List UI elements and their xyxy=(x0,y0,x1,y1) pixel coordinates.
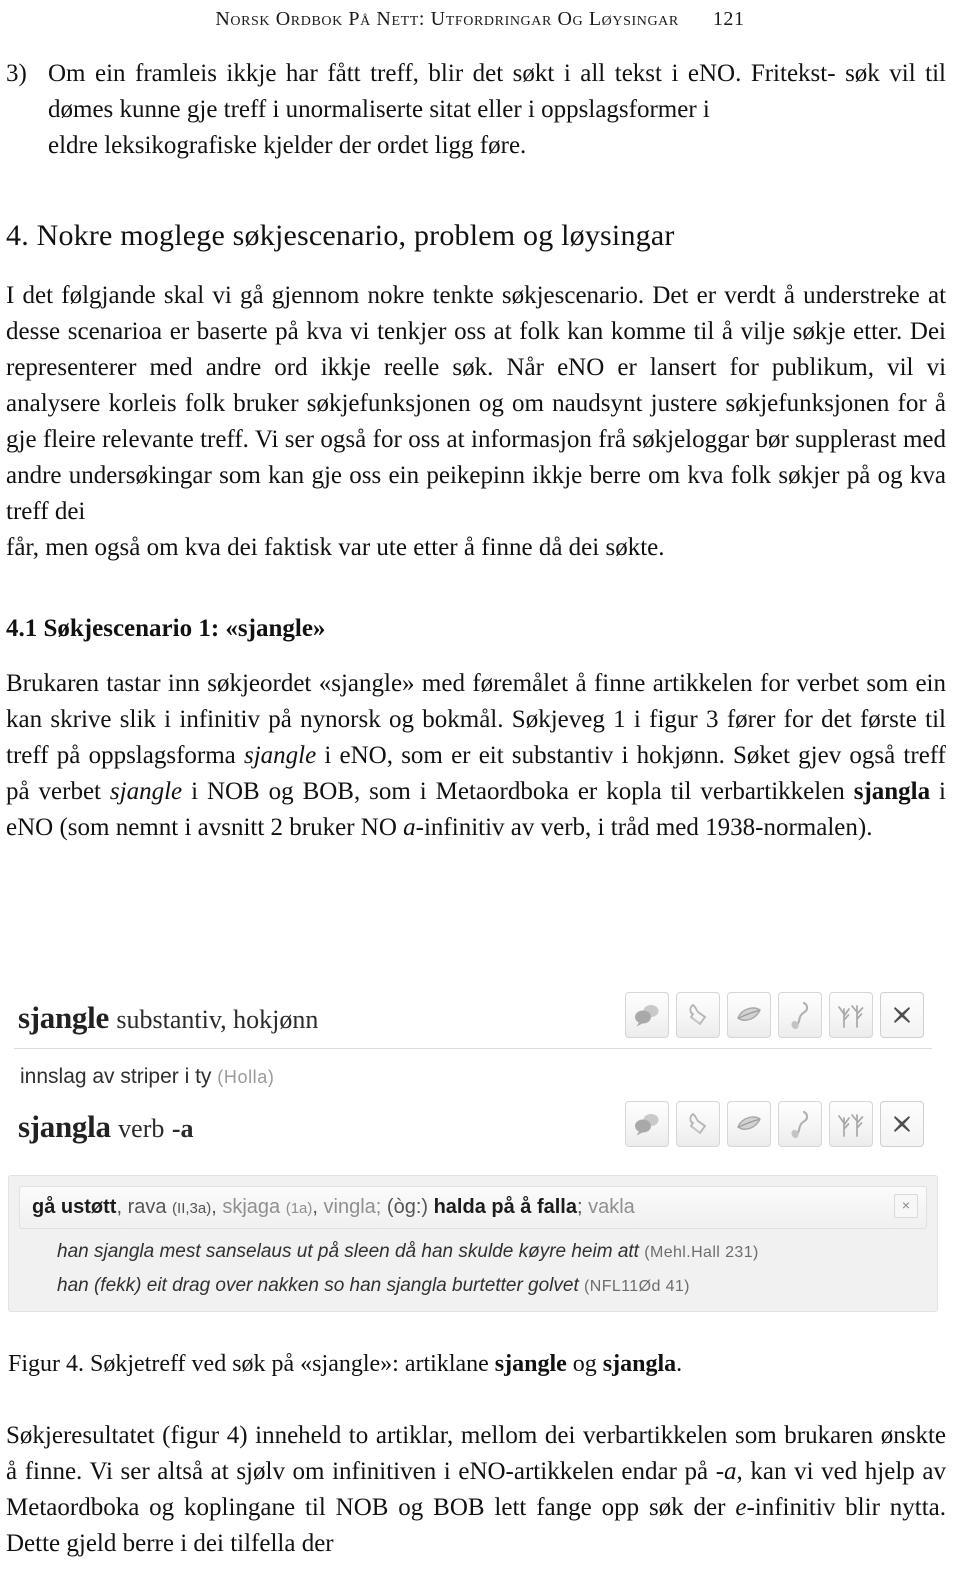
subsection-paragraph-emphasis-1: sjangle xyxy=(243,742,317,769)
definition-part-9: vingla; xyxy=(323,1196,387,1218)
entry-inflection: -a xyxy=(171,1114,194,1143)
definition-part-6: skjaga xyxy=(222,1196,286,1218)
section-heading: 4. Nokre moglege søkjescenario, problem … xyxy=(6,219,675,252)
list-item-line-1: Om ein framleis ikkje har fått treff, bl… xyxy=(48,60,836,87)
citation-reference: (NFL11Ød 41) xyxy=(584,1278,690,1295)
dictionary-screenshot: sjangle substantiv, hokjønn innslag av s… xyxy=(8,986,938,1312)
sense-line: innslag av striper i ty (Holla) xyxy=(8,1049,938,1095)
definition-part-5: , xyxy=(211,1196,223,1218)
definition-part-2: , xyxy=(116,1196,128,1218)
definition-part-8: , xyxy=(312,1196,324,1218)
speech-bubbles-icon[interactable] xyxy=(625,1101,669,1147)
definition-panel: gå ustøtt, rava (II,3a), skjaga (1a), vi… xyxy=(8,1175,938,1312)
dictionary-entry-sjangle: sjangle substantiv, hokjønn xyxy=(8,986,938,1048)
figure-caption-segment-3: . xyxy=(676,1351,683,1377)
definition-part-12: ; xyxy=(576,1196,589,1218)
figure-caption-segment-1: Figur 4. Søkjetreff ved søk på «sjangle»… xyxy=(8,1351,495,1377)
figure-caption-strong-1: sjangle xyxy=(494,1351,567,1377)
subsection-paragraph-segment-3: i NOB og BOB, som i Metaordboka er kopla… xyxy=(182,778,854,805)
subsection-paragraph-strong-1: sjangla xyxy=(853,778,931,805)
entry-lemma: sjangle xyxy=(18,1000,109,1035)
definition-part-7: (1a) xyxy=(285,1200,313,1217)
section-paragraph-line-1: I det følgjande skal vi gå gjennom nokre… xyxy=(6,282,795,309)
branches-icon[interactable] xyxy=(829,1101,873,1147)
spoon-icon[interactable] xyxy=(778,1101,822,1147)
figure-caption-segment-2: og xyxy=(566,1351,603,1377)
sense-source: (Holla) xyxy=(217,1067,275,1087)
citation-quote: han sjangla mest sanselaus ut på sleen d… xyxy=(57,1241,927,1263)
leaf-icon[interactable] xyxy=(727,992,771,1038)
stamp-icon[interactable] xyxy=(676,1101,720,1147)
section-paragraph: I det følgjande skal vi gå gjennom nokre… xyxy=(6,278,946,566)
figure-4: sjangle substantiv, hokjønn innslag av s… xyxy=(8,986,938,1312)
subsection-paragraph-emphasis-3: a xyxy=(403,814,416,841)
close-icon[interactable] xyxy=(880,992,924,1038)
entry-toolbar-sjangla xyxy=(625,1101,924,1147)
definition-part-4: (II,3a) xyxy=(172,1200,212,1217)
subsection-paragraph-emphasis-2: sjangle xyxy=(109,778,183,805)
page-number: 121 xyxy=(712,8,745,30)
citation-text: han (fekk) eit drag over nakken so han s… xyxy=(57,1275,579,1296)
tail-paragraph-emphasis-1: a xyxy=(724,1458,737,1485)
running-head: Norsk Ordbok på nett: Utfordringar og lø… xyxy=(0,8,960,31)
page-content: 3) Om ein framleis ikkje har fått treff,… xyxy=(6,56,946,846)
definition-close-icon[interactable]: × xyxy=(894,1194,918,1218)
definition-part-10: (òg:) xyxy=(386,1196,434,1218)
spoon-icon[interactable] xyxy=(778,992,822,1038)
tail-paragraph-container: Søkjeresultatet (figur 4) inneheld to ar… xyxy=(6,1418,946,1562)
subsection-heading: 4.1 Søkjescenario 1: «sjangle» xyxy=(6,615,326,642)
subsection-paragraph: Brukaren tastar inn søkjeordet «sjangle»… xyxy=(6,666,946,846)
section-paragraph-line-8: får, men også om kva dei faktisk var ute… xyxy=(6,534,665,561)
entry-toolbar-sjangle xyxy=(625,992,924,1038)
entry-grammar: substantiv, hokjønn xyxy=(116,1005,319,1034)
citation-text: han sjangla mest sanselaus ut på sleen d… xyxy=(57,1241,639,1262)
subsection-paragraph-segment-5: -infinitiv av verb, i tråd med 1938-norm… xyxy=(415,814,873,841)
figure-caption-strong-2: sjangla xyxy=(602,1351,677,1377)
list-item-line-3: eldre leksikografiske kjelder der ordet … xyxy=(48,132,527,159)
dictionary-entry-sjangla: sjangla verb -a xyxy=(8,1095,938,1157)
list-item-marker: 3) xyxy=(6,60,27,87)
sense-text: innslag av striper i ty xyxy=(20,1065,212,1088)
figure-caption: Figur 4. Søkjetreff ved søk på «sjangle»… xyxy=(8,1348,948,1380)
entry-heading-sjangle: sjangle substantiv, hokjønn xyxy=(18,1000,318,1036)
tail-paragraph: Søkjeresultatet (figur 4) inneheld to ar… xyxy=(6,1418,946,1562)
entry-grammar: verb xyxy=(118,1114,165,1143)
entry-lemma: sjangla xyxy=(18,1109,111,1144)
citation-reference: (Mehl.Hall 231) xyxy=(644,1244,759,1261)
close-icon[interactable] xyxy=(880,1101,924,1147)
definition-line: gå ustøtt, rava (II,3a), skjaga (1a), vi… xyxy=(19,1186,927,1229)
entry-heading-sjangla: sjangla verb -a xyxy=(18,1109,194,1145)
list-item-text: Om ein framleis ikkje har fått treff, bl… xyxy=(48,56,946,164)
list-item: 3) Om ein framleis ikkje har fått treff,… xyxy=(6,56,946,164)
running-head-title: Norsk Ordbok på nett: Utfordringar og lø… xyxy=(215,8,679,30)
definition-part-3: rava xyxy=(127,1196,173,1218)
definition-part-1: gå ustøtt xyxy=(32,1196,117,1218)
speech-bubbles-icon[interactable] xyxy=(625,992,669,1038)
tail-paragraph-emphasis-2: e xyxy=(735,1494,747,1521)
leaf-icon[interactable] xyxy=(727,1101,771,1147)
definition-part-13: vakla xyxy=(588,1196,635,1218)
branches-icon[interactable] xyxy=(829,992,873,1038)
document-page: Norsk Ordbok på nett: Utfordringar og lø… xyxy=(0,0,960,1596)
citation-quote: han (fekk) eit drag over nakken so han s… xyxy=(57,1275,927,1297)
definition-part-11: halda på å falla xyxy=(433,1196,577,1218)
stamp-icon[interactable] xyxy=(676,992,720,1038)
